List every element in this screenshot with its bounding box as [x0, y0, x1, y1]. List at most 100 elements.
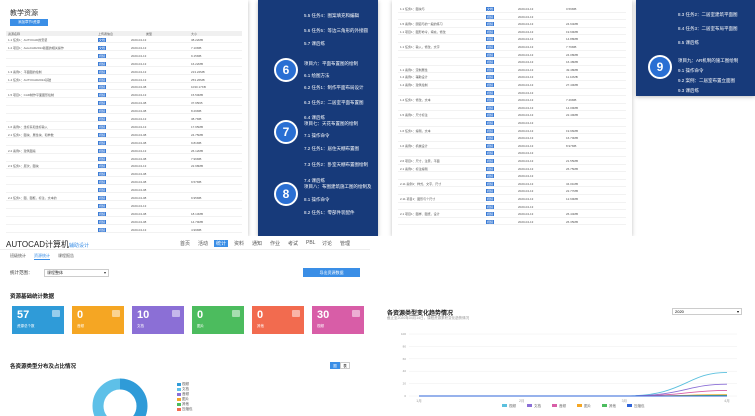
table-row[interactable]: 2.11 案例1：样式，文字，尺寸 视频 2020-04-13 34.01MB	[398, 181, 626, 188]
table-row[interactable]: 视频 2020-04-13 16.70MB	[398, 135, 626, 142]
table-row[interactable]: 视频 2020-04-08 18.13MB	[6, 211, 242, 217]
nav-stats[interactable]: 统计	[214, 240, 229, 247]
subtab-resource[interactable]: 资源统计	[34, 253, 50, 260]
outline-item[interactable]: 6.1 绘图方法	[304, 73, 330, 79]
legend-swatch	[527, 404, 532, 407]
table-row[interactable]: 1.1 任务1：图块与 文档 2020-04-13 0.59MB	[398, 6, 626, 13]
table-row[interactable]: 视频 2020-04-13 9.15MB	[6, 53, 242, 59]
table-row[interactable]: 视频 2020-04-13	[398, 120, 626, 127]
outline-item[interactable]: 8.1 操作命令	[304, 197, 330, 203]
table-row[interactable]: 2.1 案例1：标注编辑 视频 2020-04-13 26.75MB	[398, 166, 626, 173]
chapter-title[interactable]: 项目九：AR机制的施工图绘制	[678, 58, 738, 64]
outline-item[interactable]: 5.6 任务5：等边三角形的外接圆	[304, 28, 368, 34]
table-row[interactable]: 视频 2020-04-08 9.57MB	[6, 179, 242, 186]
table-row[interactable]: 视频 2020-04-08	[6, 187, 242, 194]
table-row[interactable]: 视频 2020-04-13 14.09MB	[398, 105, 626, 112]
outline-item[interactable]: 5.7 课后练	[304, 41, 325, 47]
table-row[interactable]: 视频 2020-04-08 1030.17KB	[6, 84, 242, 91]
table-row[interactable]: 视频 2020-04-13 24.08MB	[398, 52, 626, 59]
stat-range-select[interactable]: 课程整体 ▾	[44, 269, 109, 277]
table-row[interactable]: 2.11 项目1：图形与个尺寸 视频 2020-04-13 12.69MB	[398, 196, 626, 203]
table-row[interactable]: 1.1 任务1：AUTOCAD的安装 文档 2020-04-13 38.22MB	[6, 37, 242, 43]
table-row[interactable]: 1.5 案例1：尺寸标注 视频 2020-04-13 22.49MB	[398, 112, 626, 119]
outline-item[interactable]: 8.5 课后练	[678, 40, 699, 46]
nav-homework[interactable]: 作业	[270, 240, 280, 247]
table-row[interactable]: 1.6 案例1：坐标系和坐标输入 视频 2020-04-13 17.95MB	[6, 124, 242, 130]
table-row[interactable]: 2.3 任务1：层次，图块 视频 2020-04-13 22.98MB	[6, 163, 242, 170]
table-row[interactable]: 视频 2020-04-13 16.22MB	[6, 61, 242, 67]
table-row[interactable]: 视频 2020-04-08 37.95KB	[6, 100, 242, 107]
table-row[interactable]: 视频 2020-04-08 8.29MB	[6, 108, 242, 115]
table-row[interactable]: 1.1 案例1：定制属性 视频 2020-04-13 49.48MB	[398, 67, 626, 74]
outline-item[interactable]: 8.3 任务2：二居室建筑平面图	[678, 12, 738, 18]
nav-pbl[interactable]: PBL	[306, 240, 315, 246]
outline-item[interactable]: 7.1 操作命令	[304, 133, 330, 139]
toggle-chart[interactable]: 图	[330, 362, 340, 369]
table-row[interactable]: 视频 2020-04-13	[398, 150, 626, 157]
table-row[interactable]: 视频 2020-04-13	[398, 204, 626, 211]
table-row[interactable]: 1.3 案例1：平面图的绘制 视频 2020-04-13 213.22MB	[6, 69, 242, 75]
table-row[interactable]: 1.5 案例1：圆弧与的一般的练习 视频 2020-04-13 24.64MB	[398, 21, 626, 28]
chapter-title[interactable]: 项目六：平面布置图的绘制	[304, 61, 358, 67]
table-row[interactable]: 2.2 案例1：建筑图案 视频 2020-04-13 26.12MB	[6, 148, 242, 154]
table-row[interactable]: 视频 2020-04-13 38.7MB	[6, 116, 242, 122]
nav-home[interactable]: 首页	[180, 240, 190, 247]
outline-item[interactable]: 9.2 案例：二居室布置立面图	[678, 78, 735, 84]
nav-manage[interactable]: 管理	[340, 240, 350, 247]
nav-exam[interactable]: 考试	[288, 240, 298, 247]
table-row[interactable]: 1.1 任务1：输入，修改，文字 视频 2020-04-13 7.79MB	[398, 44, 626, 51]
outline-item[interactable]: 8.4 任务3：二居室布局平面图	[678, 26, 738, 32]
table-row[interactable]: 2.6 项目1：尺寸，注意，平面 视频 2020-04-13 21.55MB	[398, 158, 626, 165]
table-row[interactable]: 视频 2020-04-08	[6, 171, 242, 178]
table-row[interactable]: 1.4 任务1：修改，文本 视频 2020-04-13 7.49MB	[398, 97, 626, 104]
chapter-title[interactable]: 项目八：布图建筑施工图的绘制及	[304, 184, 372, 190]
table-row[interactable]: 视频 2020-04-13 26.35MB	[398, 219, 626, 226]
table-row[interactable]: 2.1 任务1：图块、属性块、和参数 视频 2020-04-08 24.75MB	[6, 132, 242, 138]
outline-item[interactable]: 6.2 任务1：制作平面布局设计	[304, 85, 364, 91]
outline-item[interactable]: 7.3 任务2：卧室天棚布置图绘制	[304, 162, 368, 168]
table-row[interactable]: 视频 2020-04-13	[398, 90, 626, 97]
col-type: 类型	[146, 32, 153, 36]
nav-activity[interactable]: 活动	[198, 240, 208, 247]
table-row[interactable]: 1.1 项目1：图形命令，填充，修改 视频 2020-04-13 19.69MB	[398, 29, 626, 36]
cell-date: 2020-04-13	[518, 143, 534, 148]
outline-item[interactable]: 7.2 任务1：居住天棚布置图	[304, 146, 359, 152]
cell-date: 2020-04-13	[131, 148, 147, 153]
table-row[interactable]: 视频 2020-04-13	[398, 14, 626, 21]
add-resource-button[interactable]: 添加章节/资源	[10, 19, 48, 26]
chapter-title[interactable]: 项目七：天花布置图的绘制	[304, 121, 358, 127]
table-row[interactable]: 2.1 项目1：图样、图纸，设计 视频 2020-04-13 26.44MB	[398, 211, 626, 218]
legend-item[interactable]: 压缩包	[177, 407, 193, 412]
table-row[interactable]: 视频 2020-04-08 7.96MB	[6, 156, 242, 162]
subtab-report[interactable]: 课程报告	[58, 253, 74, 259]
table-row[interactable]: 1.5 项目1：CAD制作平面图形绘制 视频 2020-04-13 15.50MB	[6, 92, 242, 99]
table-row[interactable]: 视频 2020-04-13	[6, 203, 242, 209]
toggle-table[interactable]: 表	[340, 362, 350, 369]
table-row[interactable]: 视频 2020-04-13	[398, 173, 626, 180]
outline-item[interactable]: 6.3 任务2：二居室平面布置图	[304, 100, 364, 106]
export-button[interactable]: 导出资源数据	[303, 268, 360, 277]
outline-item[interactable]: 9.3 课后练	[678, 88, 699, 94]
table-row[interactable]: 1.4 任务1：AUTOCAD2014基础 视频 2020-04-13 253.26M…	[6, 77, 242, 83]
table-row[interactable]: 视频 2020-04-13 4.99MB	[6, 227, 242, 233]
outline-item[interactable]: 5.5 任务4：图案填充和编辑	[304, 13, 359, 19]
outline-item[interactable]: 9.1 操作命令	[678, 68, 704, 74]
table-row[interactable]: 1.4 案例1：建筑绘制 视频 2020-04-13 27.40MB	[398, 82, 626, 89]
table-row[interactable]: 1.2 项目1：AutoCAD2014版图的相关操作 文档 2020-04-13 7.…	[6, 45, 242, 51]
table-row[interactable]: 视频 2020-04-13 22.77MB	[398, 188, 626, 195]
table-row[interactable]: 视频 2020-04-08 14.79MB	[6, 219, 242, 225]
table-row[interactable]: 2.4 任务1：图、图框，标注，文本的 视频 2020-04-08 9.95MB	[6, 195, 242, 201]
cell-name: 2.1 案例1：标注编辑	[400, 166, 428, 171]
table-row[interactable]: 视频 2020-04-08 9.81MB	[6, 140, 242, 146]
table-row[interactable]: 1.6 任务1：编辑，文本 视频 2020-04-13 19.96MB	[398, 128, 626, 135]
subtab-class[interactable]: 班级统计	[10, 253, 26, 259]
table-row[interactable]: 1.6 案例1：机械设计 视频 2020-04-13 8.97MB	[398, 143, 626, 150]
outline-item[interactable]: 8.2 任务1：零部件装配件	[304, 210, 355, 216]
table-row[interactable]: 视频 2020-04-13 14.88MB	[398, 36, 626, 43]
nav-materials[interactable]: 资料	[234, 240, 244, 247]
table-row[interactable]: 1.4 案例1：辅助设计 视频 2020-04-13 11.10MB	[398, 74, 626, 81]
table-row[interactable]: 视频 2020-04-13 16.48MB	[398, 59, 626, 66]
nav-notice[interactable]: 通知	[252, 240, 262, 247]
nav-discuss[interactable]: 讨论	[322, 240, 332, 247]
cell-type: 文档	[98, 45, 107, 50]
